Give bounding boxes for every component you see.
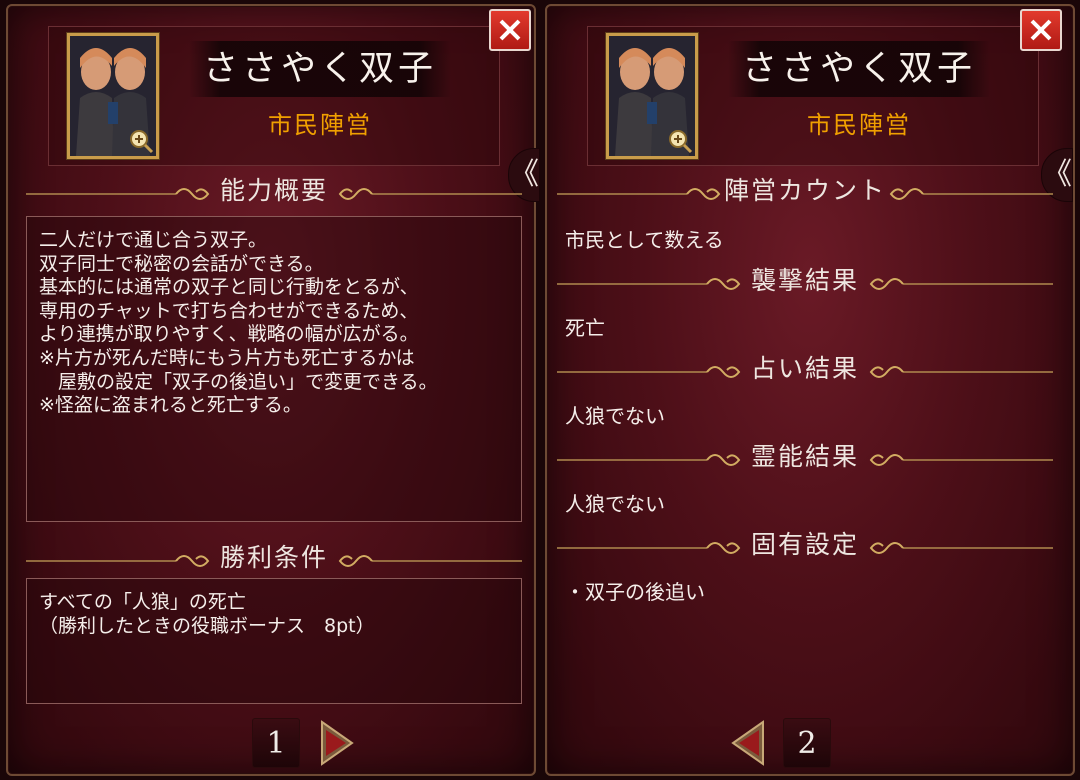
prev-page-arrow-icon[interactable] [729, 718, 769, 768]
faction-label: 市民陣営 [807, 111, 911, 139]
description-line: ※怪盗に盗まれると死亡する。 [39, 394, 302, 417]
victory-line: すべての「人狼」の死亡 [39, 591, 246, 613]
section-header-unique-settings: 固有設定 [557, 528, 1053, 562]
zoom-icon[interactable] [128, 128, 154, 154]
description-line: 二人だけで通じ合う双子。 [39, 229, 268, 251]
role-info-panel-page-2: ささやく双子 市民陣営 《 陣営カウント 市民として数える 襲撃結果 死亡 占い… [545, 4, 1075, 776]
section-title: 能力概要 [219, 176, 328, 205]
role-name: ささやく双子 [189, 41, 451, 97]
role-portrait[interactable] [66, 32, 160, 160]
page-number: 1 [252, 718, 300, 768]
section-header-divination-result: 占い結果 [557, 352, 1053, 386]
section-title: 陣営カウント [723, 176, 886, 205]
attack-result-value: 死亡 [565, 316, 605, 340]
section-title: 霊能結果 [750, 442, 859, 471]
section-header-attack-result: 襲撃結果 [557, 264, 1053, 298]
section-header-ability: 能力概要 [26, 174, 522, 208]
section-title: 占い結果 [750, 354, 859, 383]
description-line: ※片方が死んだ時にもう片方も死亡するかは [39, 346, 415, 369]
description-line: より連携が取りやすく、戦略の幅が広がる。 [39, 323, 419, 346]
close-x-icon [1030, 19, 1052, 41]
zoom-icon[interactable] [667, 128, 693, 154]
description-line: 屋敷の設定「双子の後追い」で変更できる。 [39, 370, 438, 393]
role-info-panel-page-1: ささやく双子 市民陣営 《 能力概要 二人だけで通じ合う双子。 双子同士で秘密の… [6, 4, 540, 776]
divination-result-value: 人狼でない [565, 404, 665, 428]
faction-count-value: 市民として数える [565, 228, 724, 252]
description-line: 基本的には通常の双子と同じ行動をとるが、 [39, 276, 419, 299]
unique-settings-value: ・双子の後追い [565, 580, 705, 604]
description-line: 専用のチャットで打ち合わせができるため、 [39, 299, 419, 322]
section-header-faction-count: 陣営カウント [557, 174, 1053, 208]
section-header-victory: 勝利条件 [26, 541, 522, 575]
page-number: 2 [783, 718, 831, 768]
description-line: 双子同士で秘密の会話ができる。 [39, 252, 324, 275]
section-title: 固有設定 [750, 530, 859, 559]
victory-condition-box: すべての「人狼」の死亡 （勝利したときの役職ボーナス 8pt） [26, 578, 522, 704]
medium-result-value: 人狼でない [565, 492, 665, 516]
close-x-icon [499, 19, 521, 41]
section-title: 襲撃結果 [750, 266, 859, 295]
close-button[interactable] [489, 9, 531, 51]
role-portrait[interactable] [605, 32, 699, 160]
role-header: ささやく双子 市民陣営 [48, 26, 500, 166]
section-title: 勝利条件 [219, 543, 328, 572]
faction-label: 市民陣営 [268, 111, 372, 139]
next-page-arrow-icon[interactable] [316, 718, 356, 768]
victory-line: （勝利したときの役職ボーナス 8pt） [39, 614, 375, 637]
section-header-medium-result: 霊能結果 [557, 440, 1053, 474]
role-name: ささやく双子 [728, 41, 990, 97]
ability-description-box: 二人だけで通じ合う双子。 双子同士で秘密の会話ができる。 基本的には通常の双子と… [26, 216, 522, 522]
close-button[interactable] [1020, 9, 1062, 51]
role-header: ささやく双子 市民陣営 [587, 26, 1039, 166]
